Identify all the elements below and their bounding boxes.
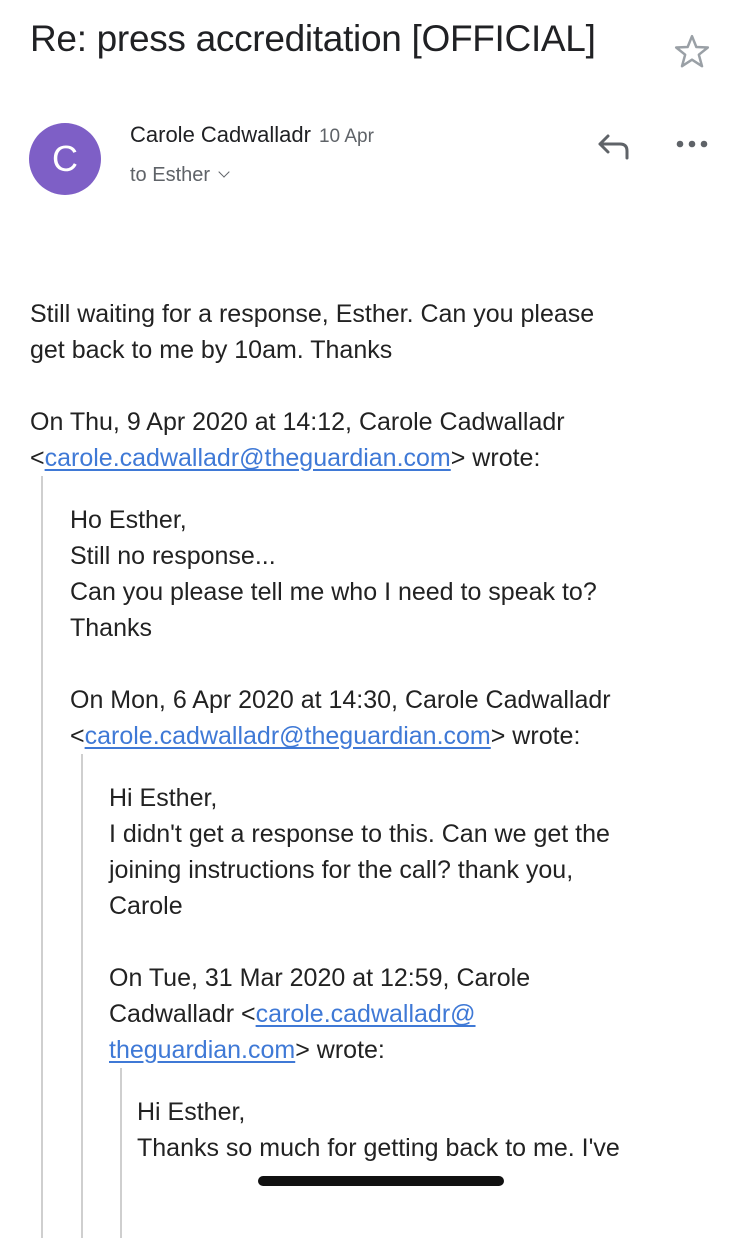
email-subject: Re: press accreditation [OFFICIAL] [30, 18, 596, 59]
body-line: get back to me by 10am. Thanks [30, 336, 393, 364]
avatar-initial: C [52, 138, 78, 179]
email-body: Still waiting for a response, Esther. Ca… [30, 296, 730, 1238]
quote-line: Can you please tell me who I need to spe… [70, 578, 597, 606]
quote-line: Thanks [70, 614, 152, 642]
quote-line: Still no response... [70, 542, 276, 570]
quote-header: On Thu, 9 Apr 2020 at 14:12, Carole Cadw… [30, 408, 565, 436]
quote-line [137, 1202, 730, 1238]
quoted-message: Ho Esther, Still no response... Can you … [41, 476, 730, 1238]
body-line: Still waiting for a response, Esther. Ca… [30, 300, 595, 328]
quoted-message: Hi Esther, I didn't get a response to th… [81, 754, 730, 1238]
quote-header-email-line: theguardian.com> wrote: [109, 1036, 385, 1064]
email-link[interactable]: carole.cadwalladr@theguardian.com [85, 722, 491, 750]
more-horizontal-icon[interactable] [676, 138, 708, 150]
quote-line: Hi Esther, [137, 1098, 246, 1126]
sender-avatar[interactable]: C [29, 123, 101, 195]
sender-line: Carole Cadwalladr 10 Apr [130, 122, 374, 148]
star-outline-icon[interactable] [672, 32, 712, 72]
email-link[interactable]: theguardian.com [109, 1036, 295, 1064]
reply-arrow-icon[interactable] [596, 128, 632, 162]
quote-header-email-line: <carole.cadwalladr@theguardian.com> wrot… [30, 444, 541, 472]
quote-line: Ho Esther, [70, 506, 187, 534]
quote-header-email-line: Cadwalladr <carole.cadwalladr@ [109, 1000, 476, 1028]
quote-header: On Mon, 6 Apr 2020 at 14:30, Carole Cadw… [70, 686, 611, 714]
chevron-down-icon [218, 166, 230, 178]
quote-header-email-line: <carole.cadwalladr@theguardian.com> wrot… [70, 722, 581, 750]
quote-line: I didn't get a response to this. Can we … [109, 820, 610, 848]
quote-line: Carole [109, 892, 183, 920]
email-link[interactable]: carole.cadwalladr@theguardian.com [45, 444, 451, 472]
home-indicator[interactable] [258, 1176, 504, 1186]
quote-header: On Tue, 31 Mar 2020 at 12:59, Carole [109, 964, 531, 992]
email-date: 10 Apr [318, 126, 374, 147]
recipient-toggle[interactable]: to Esther [130, 164, 230, 187]
email-link[interactable]: carole.cadwalladr@ [256, 1000, 476, 1028]
quoted-message: Hi Esther, Thanks so much for getting ba… [120, 1068, 730, 1238]
recipient-label: to Esther [130, 164, 211, 186]
quote-line: Hi Esther, [109, 784, 218, 812]
quote-line: Thanks so much for getting back to me. I… [137, 1134, 620, 1162]
quote-line: joining instructions for the call? thank… [109, 856, 574, 884]
sender-name: Carole Cadwalladr [130, 122, 311, 147]
